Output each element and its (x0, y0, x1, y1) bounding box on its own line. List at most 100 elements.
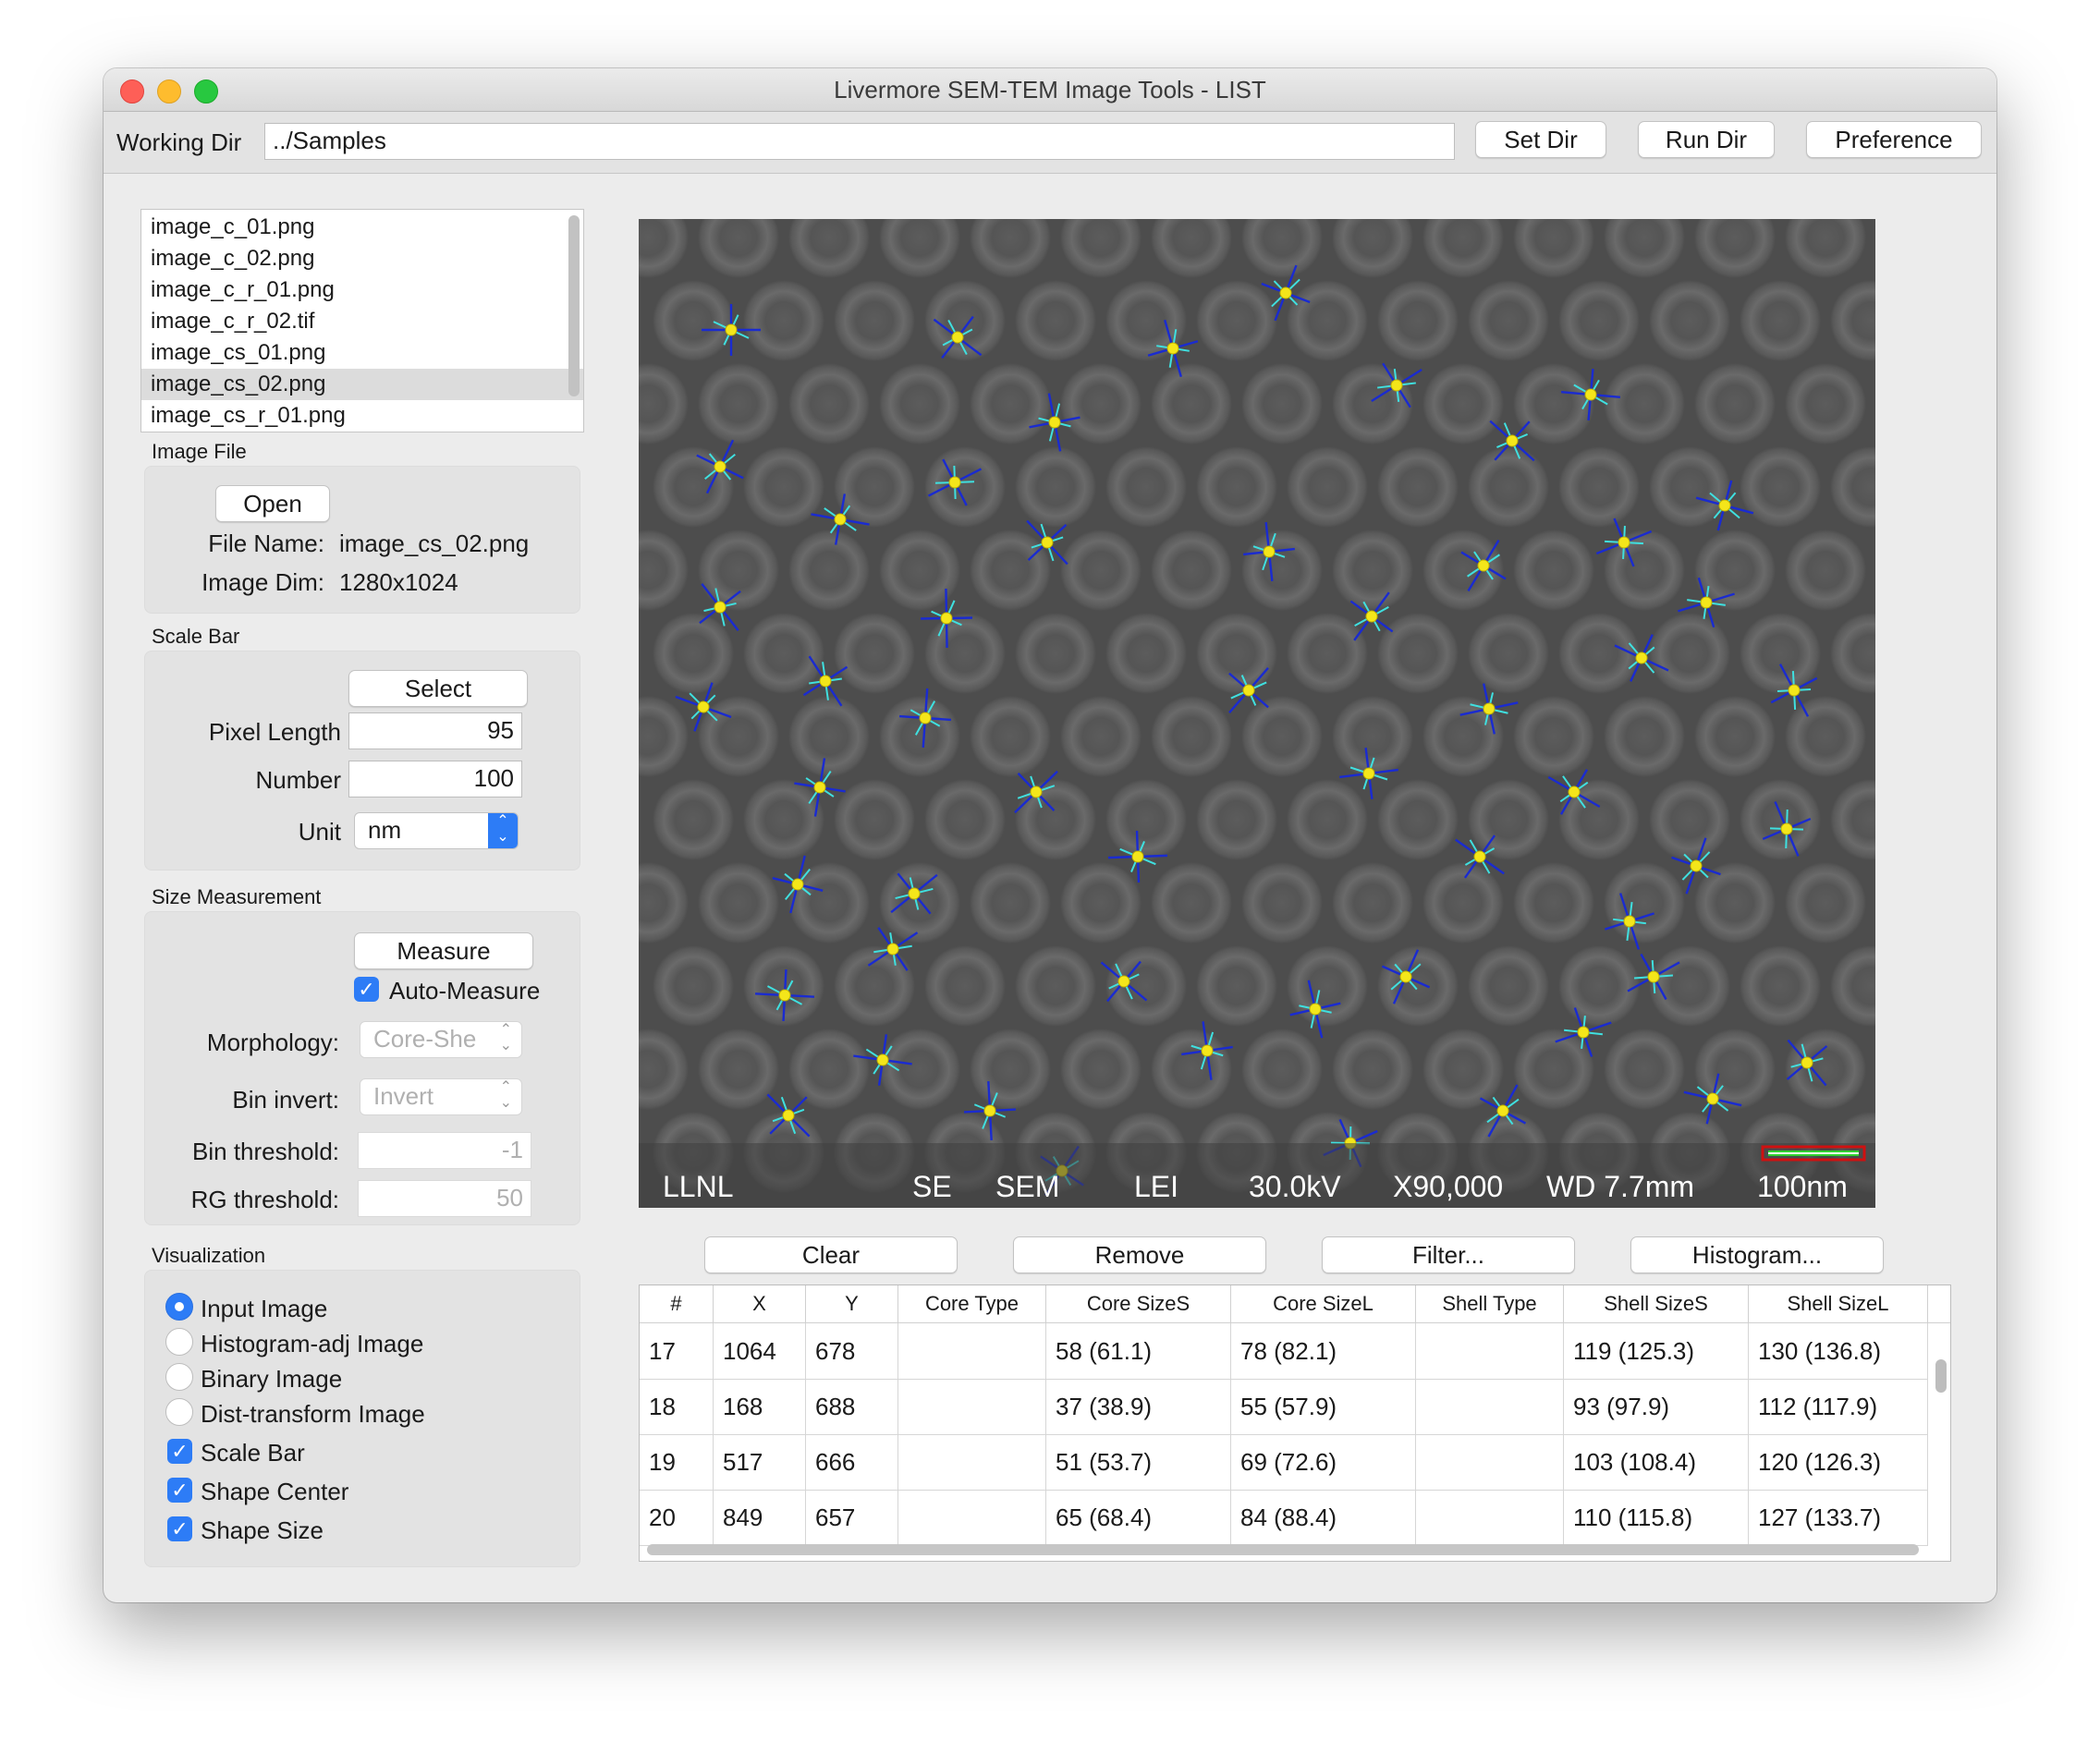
file-list-item[interactable]: image_c_01.png (141, 212, 583, 243)
rg-threshold-input[interactable]: 50 (358, 1180, 531, 1217)
particle (1468, 613, 1549, 694)
histogram-button[interactable]: Histogram... (1630, 1236, 1884, 1273)
bin-invert-label: Bin invert: (232, 1086, 339, 1114)
scale-bar-checkbox[interactable]: ✓ (167, 1439, 192, 1464)
auto-measure-checkbox[interactable]: ✓ (354, 977, 379, 1002)
column-header-core-sizel[interactable]: Core SizeL (1231, 1285, 1416, 1322)
particle (924, 613, 1006, 694)
column-header-shell-type[interactable]: Shell Type (1416, 1285, 1564, 1322)
bin-threshold-input[interactable]: -1 (358, 1132, 531, 1169)
particle (1151, 696, 1232, 777)
shape-center-dot (1166, 342, 1179, 355)
run-dir-button[interactable]: Run Dir (1638, 121, 1775, 158)
particle (698, 530, 779, 611)
bin-threshold-label: Bin threshold: (192, 1138, 339, 1165)
histogram-adj-image-label: Histogram-adj Image (201, 1330, 424, 1357)
shape-center-checkbox[interactable]: ✓ (167, 1478, 192, 1503)
unit-select[interactable]: nm ⌃ ⌄ (354, 812, 519, 849)
shape-center-dot (782, 1109, 795, 1122)
column-header-index[interactable]: # (640, 1285, 714, 1322)
particle (1468, 945, 1549, 1027)
table-row[interactable]: 17 1064 678 58 (61.1) 78 (82.1) 119 (125.3) 13… (640, 1323, 1928, 1380)
particle (1513, 862, 1594, 944)
table-row[interactable]: 20 849 657 65 (68.4) 84 (88.4) 110 (115.8) 127… (640, 1490, 1928, 1546)
table-row[interactable]: 19 517 666 51 (53.7) 69 (72.6) 103 (108.4) 120… (640, 1434, 1928, 1491)
particle (788, 1029, 870, 1110)
filter-button[interactable]: Filter... (1322, 1236, 1575, 1273)
morphology-select[interactable]: Core-She ⌃ ⌄ (360, 1021, 522, 1058)
open-button[interactable]: Open (215, 485, 330, 522)
particle (1604, 1029, 1685, 1110)
particle (1513, 530, 1594, 611)
table-cell-shell-sizes: 110 (115.8) (1564, 1490, 1749, 1545)
table-cell-core-sizes: 65 (68.4) (1046, 1490, 1231, 1545)
particle (1241, 862, 1323, 944)
particle (1015, 945, 1096, 1027)
particle (1377, 945, 1459, 1027)
file-list-item[interactable]: image_cs_01.png (141, 337, 583, 369)
image-file-list[interactable]: image_c_01.png image_c_02.png image_c_r_01… (140, 209, 584, 432)
particle (1105, 779, 1187, 860)
particle (970, 363, 1051, 444)
particle (1015, 446, 1096, 528)
column-header-y[interactable]: Y (806, 1285, 898, 1322)
file-list-item[interactable]: image_c_r_02.tif (141, 306, 583, 337)
particle (1604, 862, 1685, 944)
particle (1649, 446, 1730, 528)
bin-invert-select[interactable]: Invert ⌃ ⌄ (360, 1078, 522, 1115)
measure-button[interactable]: Measure (354, 932, 533, 969)
table-row[interactable]: 18 168 688 37 (38.9) 55 (57.9) 93 (97.9) 112 (… (640, 1379, 1928, 1435)
sem-image-view[interactable]: LLNL SE SEM LEI 30.0kV X90,000 WD 7.7mm … (639, 219, 1875, 1208)
particle (1287, 779, 1368, 860)
histogram-adj-image-radio[interactable] (165, 1328, 193, 1356)
binary-image-radio[interactable] (165, 1363, 193, 1391)
results-table[interactable]: # X Y Core Type Core SizeS Core SizeL Sh… (639, 1284, 1951, 1562)
shape-center-dot (1131, 850, 1144, 863)
dist-transform-image-radio[interactable] (165, 1398, 193, 1426)
table-cell-y: 657 (806, 1490, 898, 1545)
dist-transform-image-label: Dist-transform Image (201, 1400, 425, 1428)
shape-center-dot (714, 460, 726, 473)
particle (1241, 1029, 1323, 1110)
remove-button[interactable]: Remove (1013, 1236, 1266, 1273)
shape-center-dot (876, 1053, 889, 1066)
select-scale-bar-button[interactable]: Select (348, 670, 528, 707)
shape-center-dot (951, 331, 964, 344)
shape-center-dot (1584, 388, 1597, 401)
column-header-core-type[interactable]: Core Type (898, 1285, 1046, 1322)
shape-size-checkbox[interactable]: ✓ (167, 1516, 192, 1541)
column-header-shell-sizes[interactable]: Shell SizeS (1564, 1285, 1749, 1322)
column-header-shell-sizel[interactable]: Shell SizeL (1749, 1285, 1928, 1322)
shape-center-dot (1477, 559, 1490, 572)
particle (1196, 613, 1277, 694)
input-image-radio[interactable] (165, 1293, 193, 1321)
shape-center-dot (1263, 545, 1276, 558)
particle (834, 779, 915, 860)
pixel-length-input[interactable]: 95 (348, 712, 522, 749)
column-header-core-sizes[interactable]: Core SizeS (1046, 1285, 1231, 1322)
table-horizontal-scrollbar[interactable] (647, 1544, 1919, 1555)
visualization-group: Input Image Histogram-adj Image Binary I… (144, 1270, 580, 1567)
shape-center-dot (1568, 785, 1581, 798)
set-dir-button[interactable]: Set Dir (1475, 121, 1606, 158)
scale-bar-check-label: Scale Bar (201, 1439, 305, 1467)
number-input[interactable]: 100 (348, 761, 522, 797)
particle (970, 696, 1051, 777)
file-list-item[interactable]: image_cs_r_01.png (141, 400, 583, 432)
table-vertical-scrollbar[interactable] (1935, 1359, 1947, 1393)
particle (1377, 779, 1459, 860)
shape-center-dot (1365, 610, 1378, 623)
shape-center-dot (813, 781, 826, 794)
particle (743, 613, 824, 694)
file-list-item[interactable]: image_cs_02.png (141, 369, 583, 400)
shape-center-dot (1618, 536, 1630, 549)
file-list-item[interactable]: image_c_02.png (141, 243, 583, 274)
working-dir-input[interactable]: ../Samples (264, 123, 1455, 160)
working-dir-toolbar: Working Dir ../Samples Set Dir Run Dir P… (104, 112, 1996, 174)
clear-button[interactable]: Clear (704, 1236, 958, 1273)
preference-button[interactable]: Preference (1806, 121, 1982, 158)
particle (1468, 779, 1549, 860)
file-list-item[interactable]: image_c_r_01.png (141, 274, 583, 306)
file-list-scrollbar[interactable] (568, 215, 580, 396)
column-header-x[interactable]: X (714, 1285, 806, 1322)
